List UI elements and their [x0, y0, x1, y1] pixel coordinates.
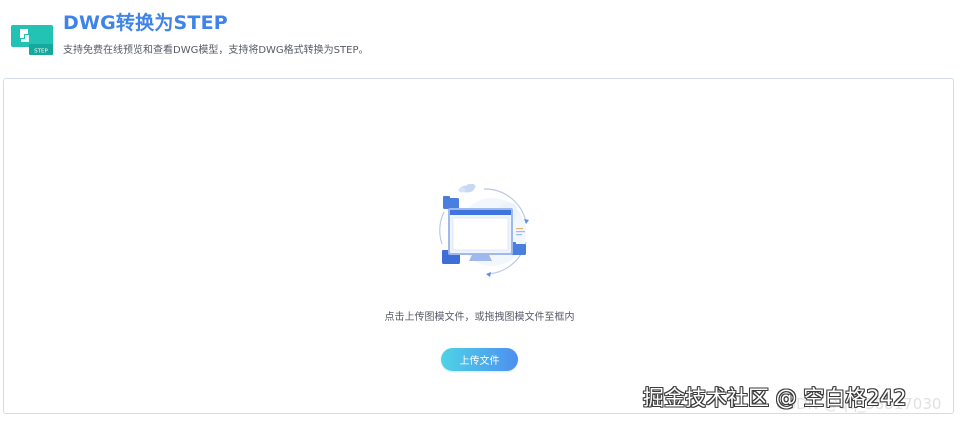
watermark: CSDN @qq_38817030 掘金技术社区 @ 空白格242	[643, 381, 959, 415]
watermark-juejin-text: 掘金技术社区 @ 空白格242	[643, 386, 907, 410]
step-file-logo-icon: STEP	[11, 25, 53, 55]
upload-drop-zone[interactable]: 点击上传图模文件，或拖拽图模文件至框内 上传文件	[3, 78, 954, 414]
dwg-to-step-page: STEP DWG转换为STEP 支持免费在线预览和查看DWG模型，支持将DWG格…	[0, 0, 963, 424]
upload-computer-illustration-icon	[434, 183, 534, 279]
upload-hint-text: 点击上传图模文件，或拖拽图模文件至框内	[384, 312, 575, 323]
page-header: STEP DWG转换为STEP 支持免费在线预览和查看DWG模型，支持将DWG格…	[0, 0, 963, 72]
upload-file-button[interactable]: 上传文件	[441, 348, 518, 371]
page-title: DWG转换为STEP	[63, 12, 228, 34]
logo-step-label: STEP	[34, 49, 48, 55]
page-subtitle: 支持免费在线预览和查看DWG模型，支持将DWG格式转换为STEP。	[63, 45, 369, 56]
